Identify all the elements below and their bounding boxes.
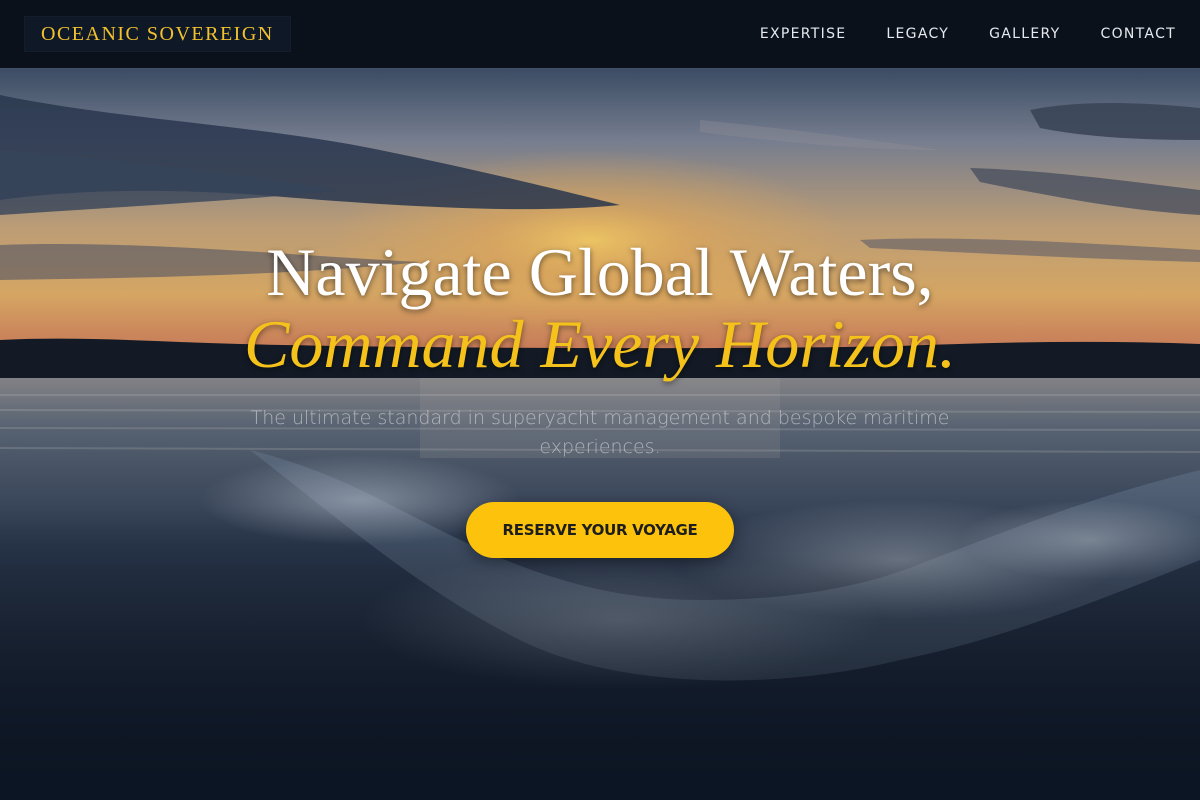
landing-page: OCEANIC SOVEREIGN EXPERTISE LEGACY GALLE…	[0, 0, 1200, 800]
hero-subtitle: The ultimate standard in superyacht mana…	[250, 407, 950, 458]
nav-link-expertise[interactable]: EXPERTISE	[760, 26, 847, 42]
hero-headline: Navigate Global Waters, Command Every Ho…	[0, 236, 1200, 380]
nav-link-contact[interactable]: CONTACT	[1101, 26, 1177, 42]
hero-section: Navigate Global Waters, Command Every Ho…	[0, 236, 1200, 558]
top-navbar: OCEANIC SOVEREIGN EXPERTISE LEGACY GALLE…	[0, 0, 1200, 68]
hero-headline-line1: Navigate Global Waters,	[266, 234, 934, 310]
reserve-voyage-button[interactable]: RESERVE YOUR VOYAGE	[466, 502, 734, 558]
hero-headline-line2: Command Every Horizon.	[243, 306, 957, 382]
nav-link-gallery[interactable]: GALLERY	[989, 26, 1060, 42]
nav-link-legacy[interactable]: LEGACY	[886, 26, 949, 42]
brand-logo[interactable]: OCEANIC SOVEREIGN	[24, 16, 291, 52]
main-nav: EXPERTISE LEGACY GALLERY CONTACT	[760, 0, 1176, 68]
